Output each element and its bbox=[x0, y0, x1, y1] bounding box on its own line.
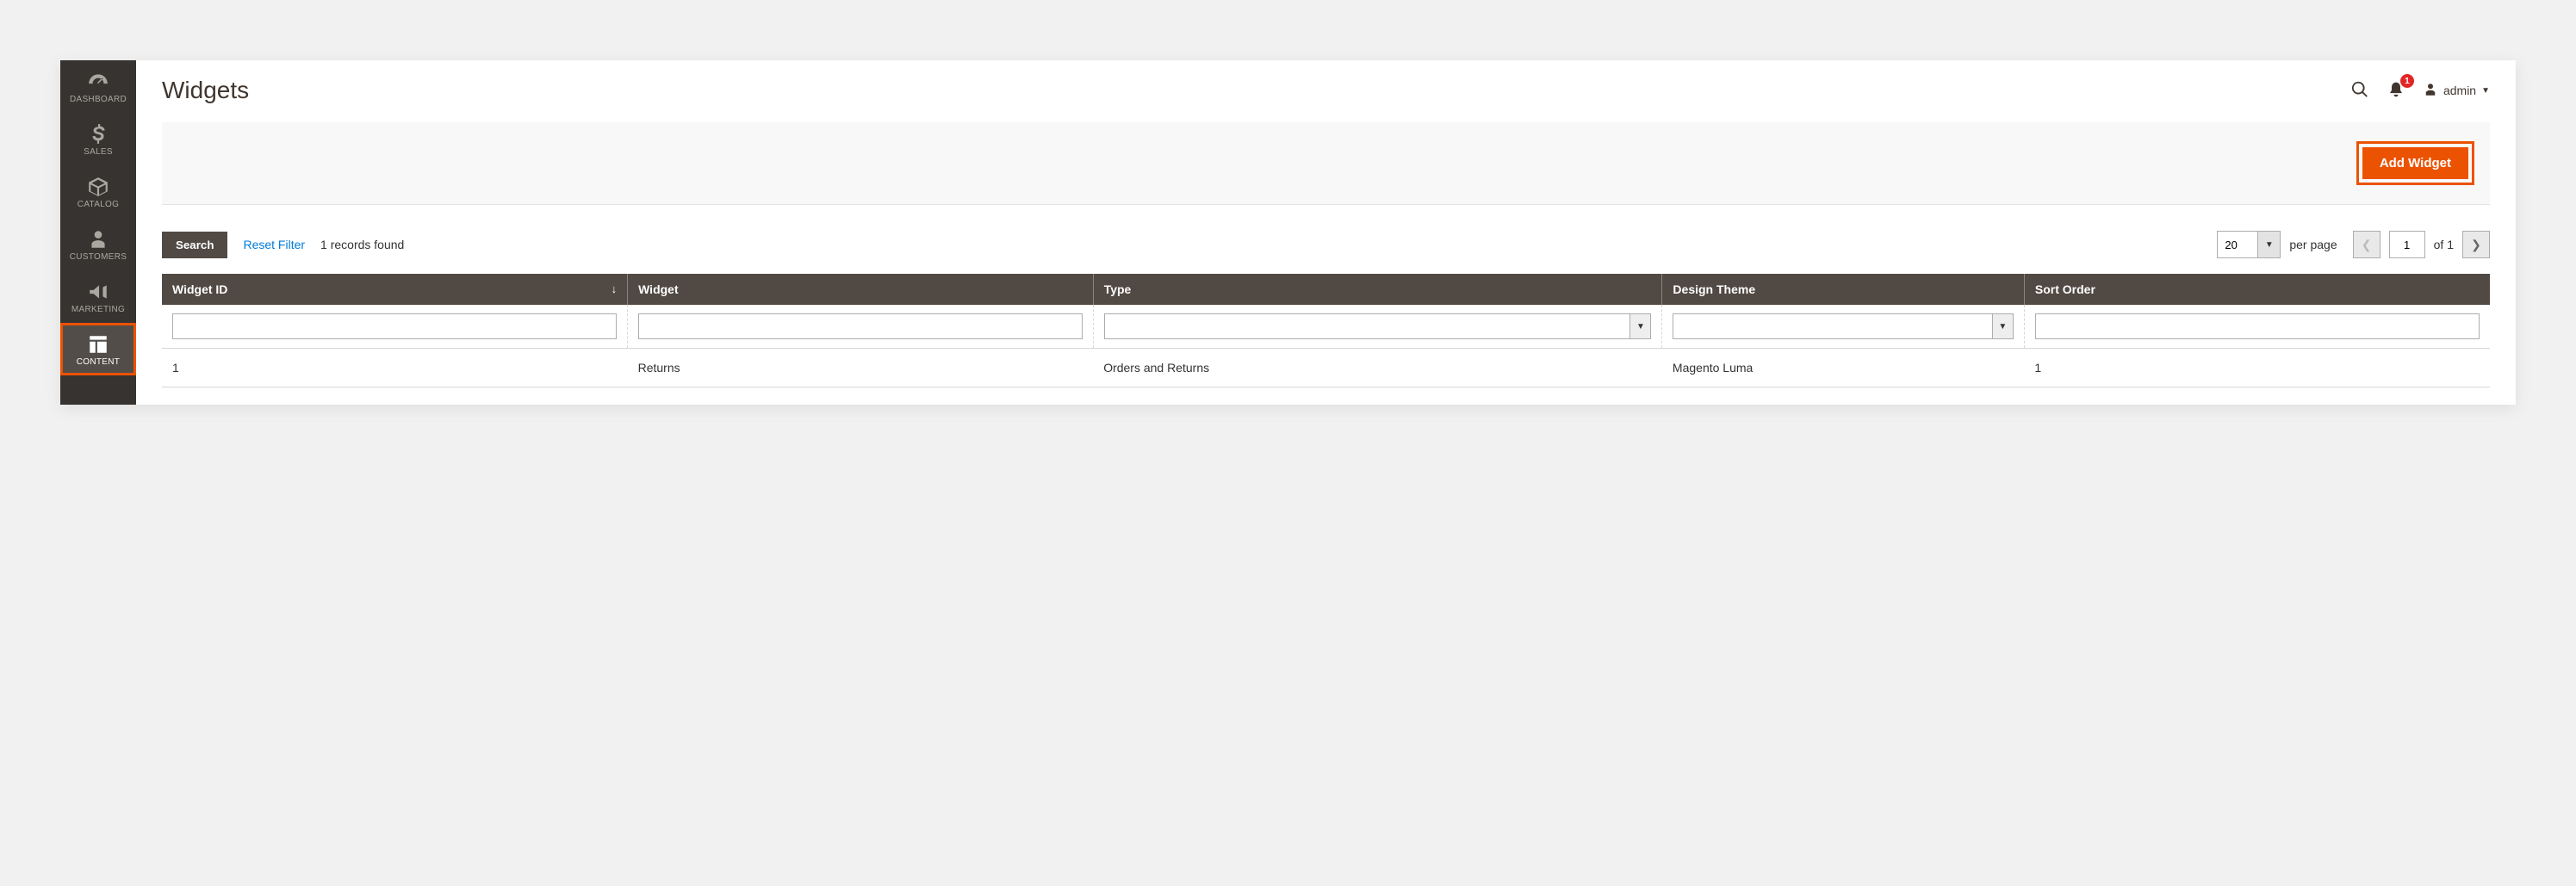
notifications-badge: 1 bbox=[2400, 74, 2414, 88]
search-button[interactable] bbox=[2345, 76, 2374, 105]
megaphone-icon bbox=[87, 281, 109, 301]
page-title: Widgets bbox=[162, 77, 2338, 104]
sidebar-item-label: MARKETING bbox=[64, 305, 133, 314]
sidebar-item-sales[interactable]: SALES bbox=[60, 113, 136, 165]
sidebar-item-label: SALES bbox=[64, 147, 133, 157]
user-icon bbox=[2423, 82, 2438, 100]
person-icon bbox=[87, 228, 109, 249]
next-page-button[interactable]: ❯ bbox=[2462, 231, 2490, 258]
sort-descending-icon: ↓ bbox=[611, 282, 618, 295]
add-widget-button[interactable]: Add Widget bbox=[2362, 147, 2468, 179]
gauge-icon bbox=[87, 71, 109, 91]
main-content: Widgets 1 admin ▼ bbox=[136, 60, 2516, 405]
sidebar-item-label: CONTENT bbox=[64, 357, 133, 367]
chevron-right-icon: ❯ bbox=[2471, 238, 2481, 252]
cell-widget: Returns bbox=[628, 349, 1094, 387]
filter-widget-input[interactable] bbox=[638, 313, 1083, 339]
filter-row: ▼ ▼ bbox=[162, 305, 2490, 349]
sidebar-item-label: CATALOG bbox=[64, 200, 133, 209]
table-row[interactable]: 1 Returns Orders and Returns Magento Lum… bbox=[162, 349, 2490, 387]
widgets-table: Widget ID ↓ Widget Type Design Theme Sor… bbox=[162, 274, 2490, 387]
user-menu[interactable]: admin ▼ bbox=[2423, 82, 2490, 100]
filter-theme-select[interactable]: ▼ bbox=[1673, 313, 2013, 339]
chevron-down-icon[interactable]: ▼ bbox=[1629, 314, 1650, 338]
sidebar-item-dashboard[interactable]: DASHBOARD bbox=[60, 60, 136, 113]
user-label: admin bbox=[2443, 84, 2476, 97]
cell-design-theme: Magento Luma bbox=[1662, 349, 2024, 387]
sidebar-item-catalog[interactable]: CATALOG bbox=[60, 165, 136, 218]
pager: ❮ of 1 ❯ bbox=[2353, 231, 2490, 258]
cell-type: Orders and Returns bbox=[1093, 349, 1662, 387]
column-header-sort-order[interactable]: Sort Order bbox=[2024, 274, 2490, 305]
per-page-select[interactable]: ▼ bbox=[2217, 231, 2281, 258]
sidebar-item-label: DASHBOARD bbox=[64, 95, 133, 104]
per-page-group: ▼ per page bbox=[2217, 231, 2337, 258]
filter-type-select[interactable]: ▼ bbox=[1104, 313, 1652, 339]
app-root: DASHBOARD SALES CATALOG CUSTOMERS MARKET… bbox=[60, 60, 2516, 405]
filter-theme-value bbox=[1673, 314, 1991, 338]
records-found-label: 1 records found bbox=[320, 238, 404, 251]
sidebar-item-customers[interactable]: CUSTOMERS bbox=[60, 218, 136, 270]
filter-type-value bbox=[1105, 314, 1630, 338]
chevron-down-icon[interactable]: ▼ bbox=[2257, 232, 2280, 257]
sidebar-item-marketing[interactable]: MARKETING bbox=[60, 270, 136, 323]
prev-page-button[interactable]: ❮ bbox=[2353, 231, 2380, 258]
chevron-down-icon[interactable]: ▼ bbox=[1992, 314, 2013, 338]
add-widget-highlight: Add Widget bbox=[2356, 141, 2474, 185]
page-total-label: of 1 bbox=[2434, 238, 2454, 251]
column-header-design-theme[interactable]: Design Theme bbox=[1662, 274, 2024, 305]
per-page-value[interactable] bbox=[2218, 232, 2257, 257]
grid-controls: Search Reset Filter 1 records found ▼ pe… bbox=[162, 231, 2490, 258]
dollar-icon bbox=[87, 123, 109, 144]
per-page-label: per page bbox=[2289, 238, 2337, 251]
filter-widget-id-input[interactable] bbox=[172, 313, 617, 339]
notifications-button[interactable]: 1 bbox=[2381, 76, 2411, 105]
layout-icon bbox=[87, 333, 109, 354]
column-header-widget-id[interactable]: Widget ID ↓ bbox=[162, 274, 628, 305]
sidebar-item-label: CUSTOMERS bbox=[64, 252, 133, 262]
chevron-down-icon: ▼ bbox=[2481, 86, 2490, 96]
reset-filter-link[interactable]: Reset Filter bbox=[243, 238, 305, 251]
filter-sort-order-input[interactable] bbox=[2035, 313, 2480, 339]
column-header-widget[interactable]: Widget bbox=[628, 274, 1094, 305]
sidebar: DASHBOARD SALES CATALOG CUSTOMERS MARKET… bbox=[60, 60, 136, 405]
topbar: Widgets 1 admin ▼ bbox=[162, 60, 2490, 122]
page-input[interactable] bbox=[2389, 231, 2425, 258]
box-icon bbox=[87, 176, 109, 196]
search-grid-button[interactable]: Search bbox=[162, 232, 227, 258]
sidebar-item-content[interactable]: CONTENT bbox=[60, 323, 136, 375]
cell-widget-id: 1 bbox=[162, 349, 628, 387]
action-bar: Add Widget bbox=[162, 122, 2490, 205]
chevron-left-icon: ❮ bbox=[2362, 238, 2372, 252]
cell-sort-order: 1 bbox=[2024, 349, 2490, 387]
column-header-type[interactable]: Type bbox=[1093, 274, 1662, 305]
search-icon bbox=[2350, 80, 2369, 102]
